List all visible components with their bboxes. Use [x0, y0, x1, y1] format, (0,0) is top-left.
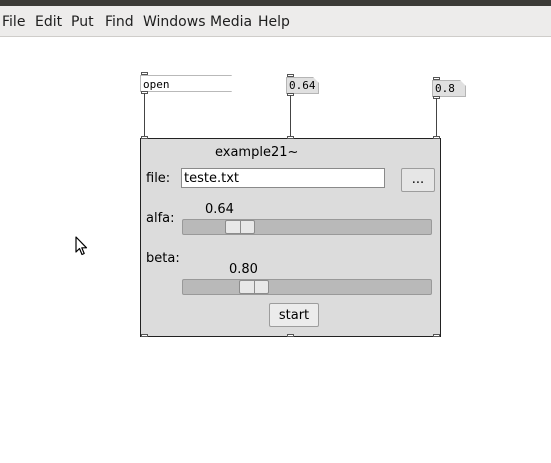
menu-help[interactable]: Help: [258, 14, 290, 30]
mouse-pointer-icon: [75, 236, 89, 260]
menu-file[interactable]: File: [2, 14, 25, 30]
subpatch-outlet-2[interactable]: [287, 334, 294, 337]
beta-slider[interactable]: [182, 279, 432, 295]
file-label: file:: [146, 171, 171, 186]
alfa-number-box[interactable]: 0.64: [286, 77, 319, 94]
menubar: File Edit Put Find Windows Media Help: [0, 6, 551, 37]
subpatch-title: example21~: [215, 145, 299, 160]
menu-windows[interactable]: Windows: [143, 14, 206, 30]
message-box-inlet[interactable]: [141, 72, 148, 75]
file-field[interactable]: [181, 168, 385, 188]
open-file-message-box[interactable]: open teste.txt: [140, 75, 232, 92]
browse-button[interactable]: ...: [401, 168, 435, 192]
menu-media[interactable]: Media: [210, 14, 252, 30]
beta-value: 0.80: [229, 262, 258, 277]
message-wire: [144, 93, 145, 138]
example21-subpatch[interactable]: example21~ file: ... alfa: 0.64 beta: 0.…: [140, 138, 441, 337]
beta-slider-handle[interactable]: [239, 280, 269, 294]
menu-find[interactable]: Find: [105, 14, 134, 30]
menu-edit[interactable]: Edit: [35, 14, 62, 30]
alfa-slider-handle[interactable]: [225, 220, 255, 234]
start-button[interactable]: start: [269, 303, 319, 327]
alfa-number-inlet[interactable]: [287, 74, 294, 77]
beta-label: beta:: [146, 251, 180, 266]
subpatch-inlet-2[interactable]: [287, 136, 294, 139]
beta-wire: [436, 98, 437, 138]
menu-put[interactable]: Put: [71, 14, 94, 30]
beta-number-box[interactable]: 0.8: [432, 80, 466, 97]
alfa-slider[interactable]: [182, 219, 432, 235]
beta-number-inlet[interactable]: [433, 77, 440, 80]
subpatch-outlet-3[interactable]: [433, 334, 440, 337]
alfa-value: 0.64: [205, 202, 234, 217]
subpatch-inlet-3[interactable]: [433, 136, 440, 139]
subpatch-inlet-1[interactable]: [141, 136, 148, 139]
subpatch-outlet-1[interactable]: [141, 334, 148, 337]
alfa-wire: [290, 95, 291, 138]
alfa-label: alfa:: [146, 211, 175, 226]
